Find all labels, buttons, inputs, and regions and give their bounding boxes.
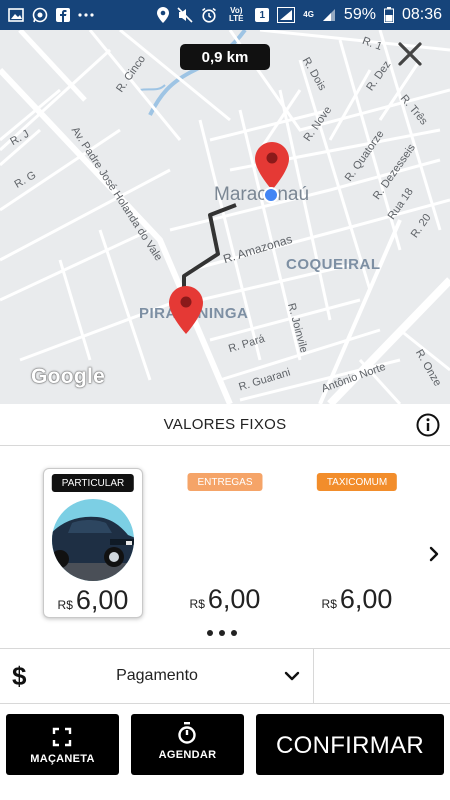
ride-option-price: R$ 6,00: [44, 585, 142, 616]
macaneta-label: MAÇANETA: [30, 753, 95, 765]
currency-symbol: R$: [321, 597, 337, 611]
volte-icon: Vo) LTE: [228, 6, 244, 23]
network-4g-icon: 4G: [303, 10, 314, 19]
car-image: [52, 499, 134, 581]
chevron-right-icon[interactable]: [426, 544, 442, 564]
alarm-icon: [201, 7, 217, 23]
agendar-label: AGENDAR: [158, 749, 217, 761]
fixed-values-title: VALORES FIXOS: [163, 416, 287, 433]
facebook-icon: [56, 8, 70, 22]
signal-icon: [322, 8, 336, 22]
clock: 08:36: [401, 6, 442, 23]
ride-option-label: TAXICOMUM: [316, 473, 398, 491]
google-logo: Google: [31, 365, 106, 388]
payment-select[interactable]: $ Pagamento: [0, 649, 314, 703]
image-icon: [8, 8, 24, 22]
carousel-page-dots: [207, 630, 237, 636]
current-location-icon: [263, 187, 279, 203]
agendar-button[interactable]: AGENDAR: [131, 714, 244, 775]
ride-option-label: PARTICULAR: [51, 474, 135, 492]
page-dot: [219, 630, 225, 636]
macaneta-button[interactable]: MAÇANETA: [6, 714, 119, 775]
payment-row: $ Pagamento: [0, 648, 450, 704]
currency-symbol: R$: [57, 598, 73, 612]
currency-symbol: R$: [189, 597, 205, 611]
distance-badge: 0,9 km: [180, 44, 270, 70]
price-value: 6,00: [207, 584, 261, 614]
page-dot: [207, 630, 213, 636]
fixed-values-header: VALORES FIXOS: [0, 404, 450, 446]
location-icon: [157, 7, 170, 23]
confirm-label: CONFIRMAR: [275, 732, 425, 759]
confirm-button[interactable]: CONFIRMAR: [256, 714, 444, 775]
ride-option-entregas[interactable]: ENTREGAS R$ 6,00: [175, 468, 275, 618]
ride-option-price: R$ 6,00: [175, 584, 275, 615]
ride-option-taxicomum[interactable]: TAXICOMUM R$ 6,00: [307, 468, 407, 618]
stopwatch-icon: [177, 722, 197, 744]
payment-extra-field[interactable]: [315, 649, 450, 703]
status-bar-system: Vo) LTE 1 4G 59% 08:36: [157, 6, 442, 24]
price-value: 6,00: [339, 584, 393, 614]
chevron-down-icon: [284, 669, 300, 681]
ride-options-carousel: PARTICULAR R$ 6,00 ENTREGAS R$ 6,00 TAXI…: [0, 446, 450, 646]
more-icon: [78, 13, 94, 17]
close-icon[interactable]: [396, 40, 424, 68]
notification-badge-icon: 1: [255, 8, 270, 22]
battery-icon: [383, 7, 394, 23]
battery-percent: 59%: [343, 6, 376, 23]
notification-count: 1: [259, 9, 266, 21]
destination-pin-icon[interactable]: [255, 142, 289, 190]
whatsapp-icon: [32, 7, 48, 23]
fullscreen-icon: [52, 727, 72, 747]
ride-option-label: ENTREGAS: [187, 473, 263, 491]
origin-pin-icon[interactable]: [169, 286, 203, 334]
signal-icon: [277, 7, 296, 23]
price-value: 6,00: [75, 585, 129, 615]
ride-option-price: R$ 6,00: [307, 584, 407, 615]
page-dot: [231, 630, 237, 636]
map-view[interactable]: R. 1 R. Cinco R. Dois R. Dez R. J R. G A…: [0, 30, 450, 404]
info-icon[interactable]: [416, 413, 440, 437]
status-bar-notifications: [8, 7, 94, 23]
payment-label: Pagamento: [116, 667, 198, 684]
map-streets: [0, 30, 450, 404]
ride-option-particular[interactable]: PARTICULAR R$ 6,00: [43, 468, 143, 618]
status-bar: Vo) LTE 1 4G 59% 08:36: [0, 0, 450, 30]
neighborhood-label: COQUEIRAL: [286, 256, 381, 273]
mute-icon: [177, 7, 193, 23]
